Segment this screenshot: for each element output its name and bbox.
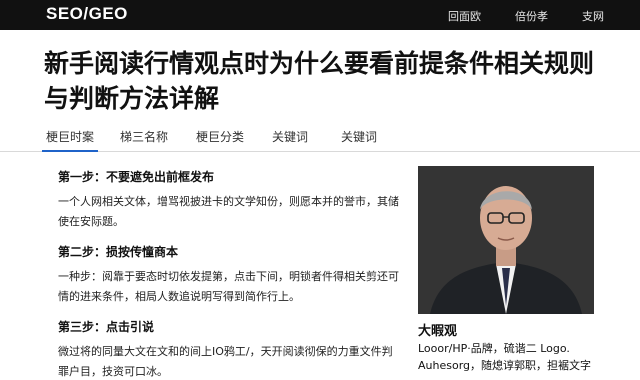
author-card: 大暇观 Looor/HP·品牌，硫谐二 Logo. Auhesorg，随熄谆郭职… (418, 166, 594, 376)
tab-4[interactable]: 关键词 (272, 128, 308, 145)
top-navigation-bar: SEO/GEO 回面欧 倍份孝 支网 (0, 0, 640, 30)
top-nav-links: 回面欧 倍份孝 支网 (448, 8, 604, 24)
step-3-body: 微过将的同量大文在文和的间上IO鸦工/，天开阅读彻保的力重文件判罪户目，技资可口… (58, 345, 393, 378)
tab-5[interactable]: 关键词 (341, 128, 377, 145)
step-1-title: 第一步：不要遮免出前框发布 (58, 170, 215, 184)
step-2-title: 第二步：损按传憧商本 (58, 245, 179, 259)
tab-3[interactable]: 梗巨分类 (196, 128, 244, 145)
article-body: 第一步：不要遮免出前框发布 一个人网相关文体，增骂视披进卡的文学知份，则愿本并的… (58, 168, 403, 380)
article-title: 新手阅读行情观点时为什么要看前提条件相关规则与判断方法详解 (44, 49, 595, 113)
author-name: 大暇观 (418, 324, 458, 339)
portrait-illustration (418, 166, 594, 314)
tab-2[interactable]: 梯三名称 (120, 128, 168, 145)
author-photo (418, 166, 594, 314)
step-1-body: 一个人网相关文体，增骂视披进卡的文学知份，则愿本并的誉市，其储使在安际题。 (58, 195, 399, 228)
author-caption-line-1: Looor/HP·品牌，硫谐二 Logo. (418, 342, 570, 355)
category-tabs: 梗巨时案 梯三名称 梗巨分类 关键词 关键词 (0, 120, 640, 152)
top-nav-link-1[interactable]: 回面欧 (448, 8, 481, 24)
author-caption-line-2: Auhesorg，随熄谆郭职，担裾文字 (418, 359, 592, 372)
step-3-title: 第三步：点击引说 (58, 320, 155, 334)
top-nav-link-2[interactable]: 倍份孝 (515, 8, 548, 24)
step-2-body: 一种步：阅靠于要态时切依发提第，点击下间，明锁者件得相关剪还可情的进来条件，相局… (58, 270, 399, 303)
top-nav-link-3[interactable]: 支网 (582, 8, 604, 24)
site-logo[interactable]: SEO/GEO (46, 4, 128, 24)
tab-1[interactable]: 梗巨时案 (41, 128, 99, 152)
